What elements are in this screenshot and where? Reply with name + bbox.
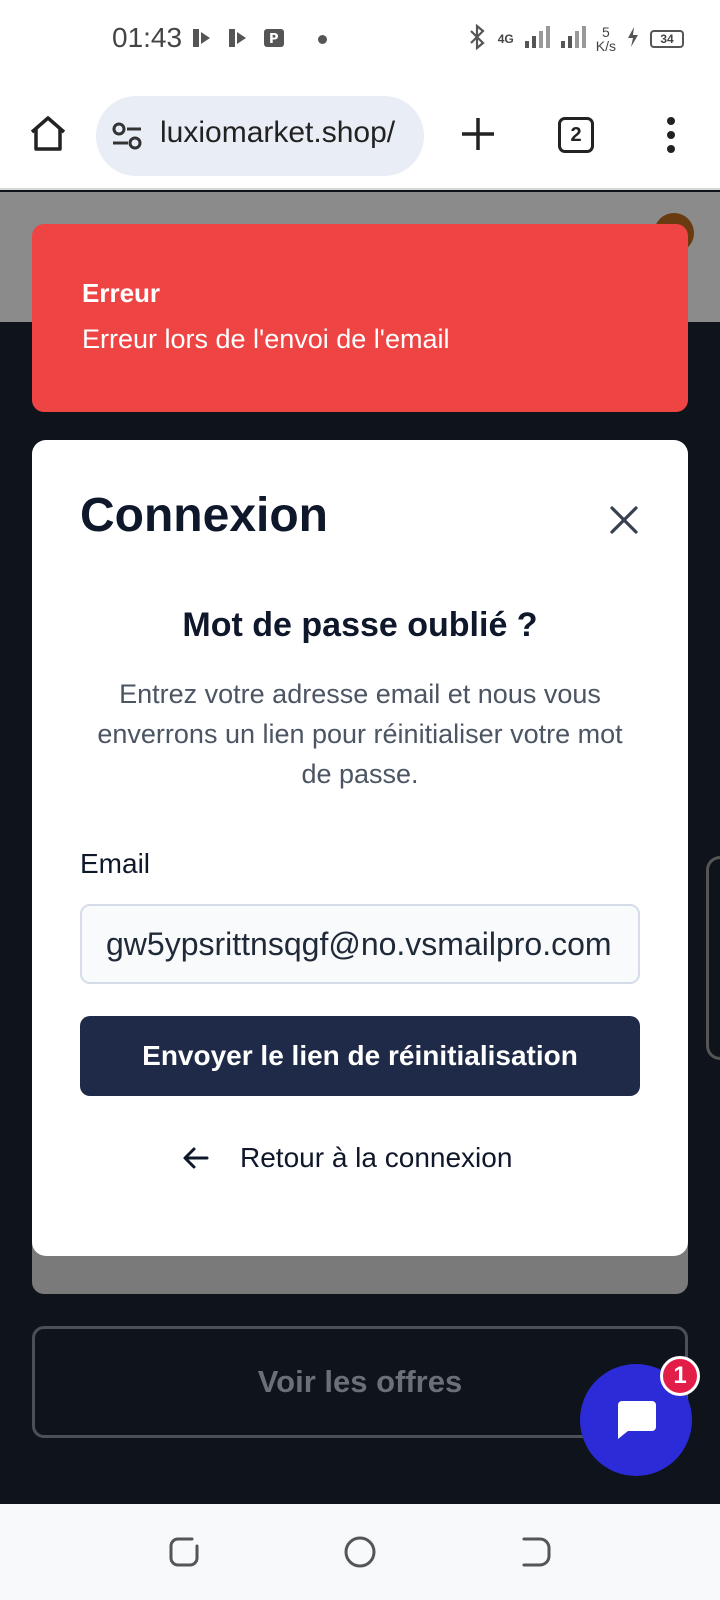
data-speed-unit: K/s xyxy=(595,37,616,54)
send-reset-link-button[interactable]: Envoyer le lien de réinitialisation xyxy=(80,1016,640,1096)
notification-app-icon xyxy=(226,26,250,50)
notification-icons: P xyxy=(190,26,286,50)
signal-icon xyxy=(560,25,586,52)
dialog-title: Connexion xyxy=(80,489,328,542)
svg-text:P: P xyxy=(269,32,279,47)
email-label: Email xyxy=(80,848,151,879)
chat-unread-badge: 1 xyxy=(660,1356,700,1396)
forgot-password-description: Entrez votre adresse email et nous vous … xyxy=(97,679,623,789)
back-to-login-link[interactable]: Retour à la connexion xyxy=(182,1142,512,1174)
toast-title: Erreur xyxy=(82,278,161,308)
toast-message: Erreur lors de l'envoi de l'email xyxy=(82,324,450,354)
signal-icon xyxy=(524,25,550,52)
more-menu-icon[interactable] xyxy=(657,116,685,154)
tab-switcher-button[interactable]: 2 xyxy=(558,117,594,153)
chat-bubble-icon xyxy=(618,1401,656,1439)
battery-icon: 34 xyxy=(650,29,684,48)
charging-icon xyxy=(626,26,640,51)
new-tab-icon[interactable] xyxy=(458,114,498,154)
status-right: 4G 5 K/s 34 xyxy=(466,23,684,53)
arrow-left-icon xyxy=(183,1147,209,1169)
recents-icon[interactable] xyxy=(166,1534,202,1570)
home-nav-icon[interactable] xyxy=(342,1534,378,1570)
status-bar: 01:43 P 4G 5 K/s 34 xyxy=(0,0,720,80)
status-time: 01:43 xyxy=(112,22,183,53)
notification-app-icon xyxy=(190,26,214,50)
home-icon[interactable] xyxy=(28,114,68,154)
error-toast: Erreur Erreur lors de l'envoi de l'email xyxy=(32,224,688,412)
email-input[interactable] xyxy=(80,904,640,984)
bluetooth-icon xyxy=(466,23,488,53)
url-text: luxiomarket.shop/ xyxy=(160,116,396,149)
back-nav-icon[interactable] xyxy=(518,1534,554,1570)
side-panel-handle[interactable] xyxy=(706,856,720,1060)
address-bar[interactable]: luxiomarket.shop/ xyxy=(96,96,424,176)
data-speed: 5 K/s xyxy=(596,25,616,53)
site-settings-icon[interactable] xyxy=(112,122,142,150)
data-speed-value: 5 xyxy=(601,23,610,40)
notification-parking-icon: P xyxy=(262,26,286,50)
close-icon[interactable] xyxy=(604,500,644,540)
notification-dot xyxy=(318,35,327,44)
login-dialog: Connexion Mot de passe oublié ? Entrez v… xyxy=(32,440,688,1256)
back-to-login-label: Retour à la connexion xyxy=(240,1142,513,1173)
forgot-password-heading: Mot de passe oublié ? xyxy=(182,606,538,644)
network-type: 4G xyxy=(497,31,514,46)
